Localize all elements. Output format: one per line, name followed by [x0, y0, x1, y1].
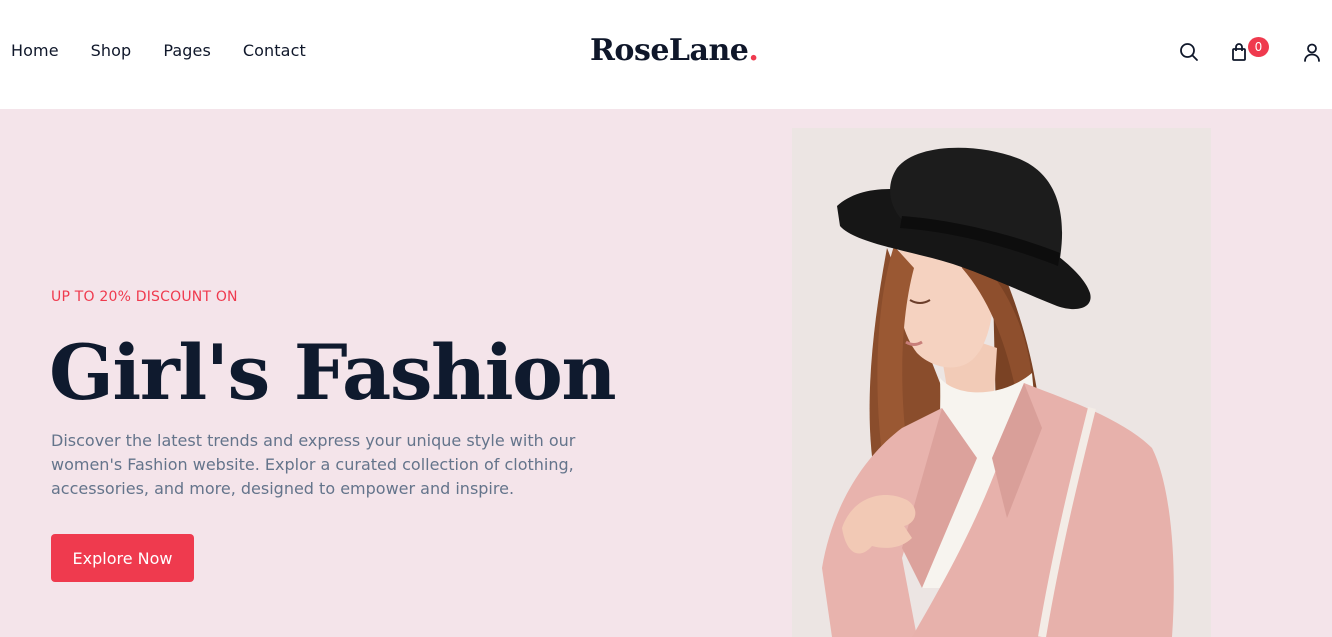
hero-title: Girl's Fashion: [49, 328, 617, 417]
brand-logo[interactable]: RoseLane.: [590, 33, 759, 68]
search-icon[interactable]: [1179, 42, 1199, 62]
explore-now-button[interactable]: Explore Now: [51, 534, 194, 582]
cart-count-badge: 0: [1248, 37, 1269, 57]
nav-contact-link[interactable]: Contact: [243, 41, 306, 60]
hero-banner: UP TO 20% DISCOUNT ON Girl's Fashion Dis…: [0, 109, 1332, 637]
nav-shop-link[interactable]: Shop: [91, 41, 132, 60]
hero-model-image: [792, 128, 1211, 637]
brand-dot: .: [748, 33, 759, 68]
site-header: Home Shop Pages Contact RoseLane. 0: [0, 0, 1332, 109]
nav-pages-link[interactable]: Pages: [163, 41, 211, 60]
hero-description: Discover the latest trends and express y…: [51, 431, 576, 498]
main-nav: Home Shop Pages Contact: [11, 41, 338, 60]
nav-home-link[interactable]: Home: [11, 41, 59, 60]
model-illustration: [792, 128, 1211, 637]
hero-eyebrow: UP TO 20% DISCOUNT ON: [51, 289, 238, 305]
brand-name: RoseLane: [590, 33, 749, 68]
user-icon[interactable]: [1302, 42, 1322, 62]
bag-icon[interactable]: [1230, 42, 1250, 62]
